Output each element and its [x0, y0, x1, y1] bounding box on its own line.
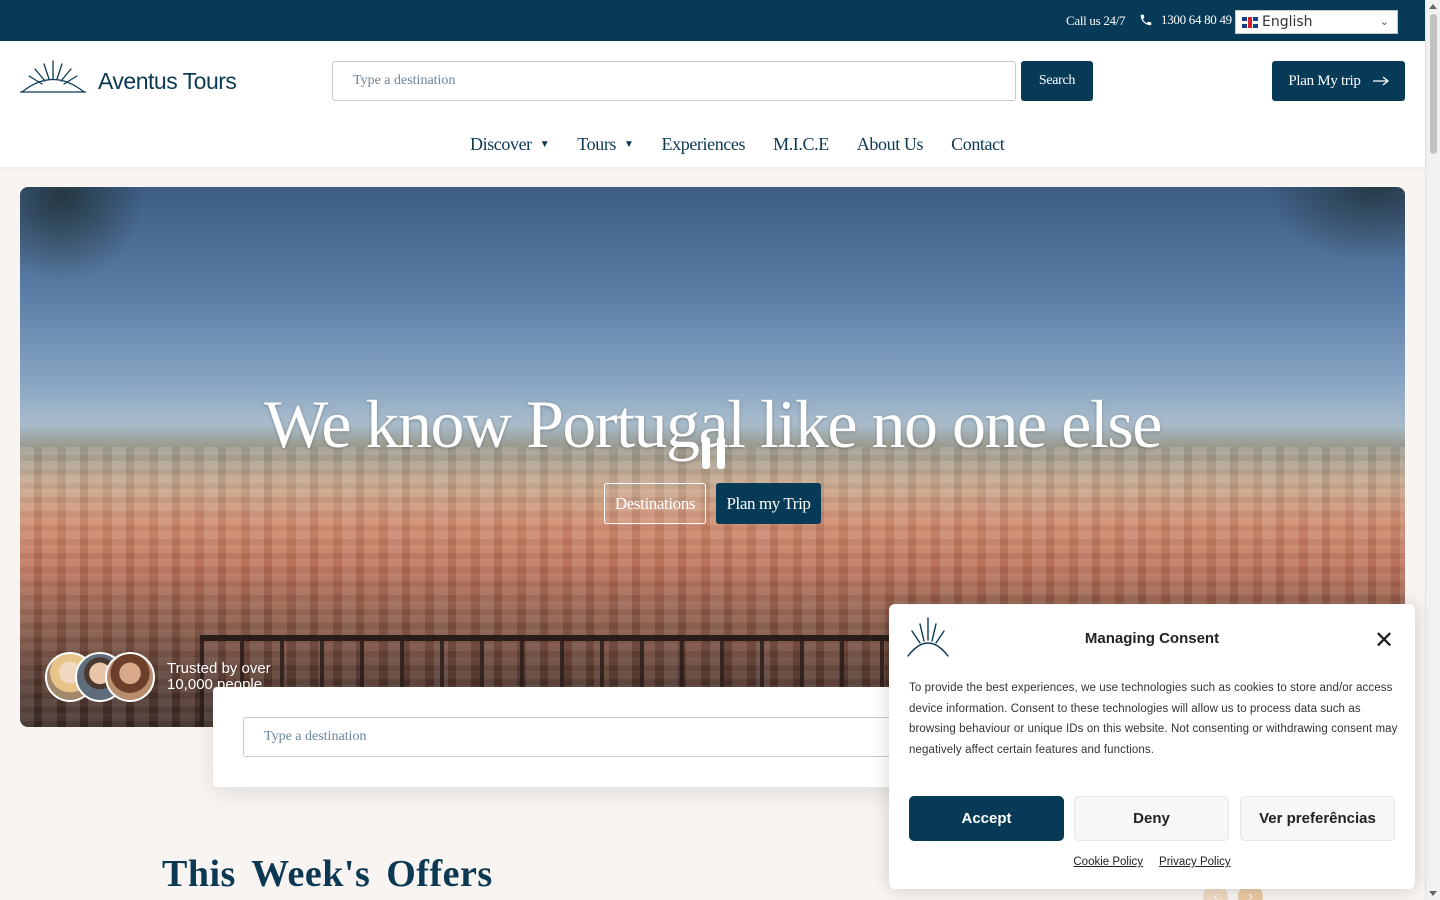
plan-my-trip-hero-button[interactable]: Plan my Trip: [716, 483, 821, 524]
header-search-input[interactable]: [332, 61, 1016, 101]
cookie-policy-link[interactable]: Cookie Policy: [1073, 856, 1143, 868]
nav-item-label: Experiences: [661, 133, 746, 154]
avatar: [105, 652, 155, 702]
call-us-label: Call us 24/7: [1066, 13, 1126, 28]
consent-title: Managing Consent: [1084, 630, 1220, 647]
nav-item-label: Contact: [951, 133, 1005, 154]
phone-icon: [1140, 14, 1152, 26]
nav-item-discover[interactable]: Discover ▼: [470, 133, 550, 155]
preferences-button[interactable]: Ver preferências: [1240, 796, 1395, 841]
header-search-button[interactable]: Search: [1021, 61, 1093, 101]
nav-item-label: Tours: [577, 133, 617, 154]
destination-search-input[interactable]: [243, 717, 943, 757]
privacy-policy-link[interactable]: Privacy Policy: [1159, 856, 1231, 868]
consent-links: Cookie Policy Privacy Policy: [889, 856, 1415, 868]
scrollbar-thumb[interactable]: [1430, 14, 1437, 154]
language-label: English: [1262, 14, 1313, 30]
destinations-button[interactable]: Destinations: [604, 483, 706, 524]
brand-logo[interactable]: Aventus Tours: [20, 59, 237, 95]
chevron-down-icon: ⌄: [1379, 15, 1389, 28]
nav-item-about-us[interactable]: About Us: [856, 133, 924, 155]
nav-item-label: Discover: [470, 133, 532, 154]
brand-name: Aventus Tours: [98, 68, 237, 94]
uk-flag-icon: [1242, 16, 1258, 28]
chevron-down-icon: ▼: [539, 138, 550, 150]
plan-my-trip-label: Plan My trip: [1288, 72, 1361, 89]
chevron-down-icon: ▼: [624, 138, 634, 150]
deny-button[interactable]: Deny: [1074, 796, 1229, 841]
scroll-up-arrow-icon[interactable]: [1429, 4, 1437, 9]
consent-description: To provide the best experiences, we use …: [909, 682, 1398, 757]
top-bar: Call us 24/7 1300 64 80 49 English ⌄: [0, 0, 1425, 41]
plan-my-trip-button[interactable]: Plan My trip: [1272, 61, 1405, 101]
sunrise-logo-icon: [20, 60, 86, 93]
arrow-right-icon: [1372, 76, 1389, 86]
nav-item-experiences[interactable]: Experiences: [662, 134, 746, 155]
pause-video-icon[interactable]: [702, 437, 726, 469]
nav-item-contact[interactable]: Contact: [951, 133, 1005, 155]
pine-branch-decoration: [20, 187, 160, 297]
language-select[interactable]: English ⌄: [1235, 10, 1398, 34]
phone-number: 1300 64 80 49: [1161, 12, 1232, 27]
nav-item-label: M.I.C.E: [773, 133, 829, 154]
cookie-consent-dialog: Managing Consent ✕ To provide the best e…: [889, 604, 1415, 889]
accept-button[interactable]: Accept: [909, 796, 1064, 841]
nav-item-tours[interactable]: Tours ▼: [577, 133, 634, 155]
nav-item-mice[interactable]: M.I.C.E: [773, 134, 829, 155]
nav-item-label: About Us: [856, 133, 924, 154]
scroll-down-arrow-icon[interactable]: [1429, 891, 1437, 896]
main-nav: Discover ▼ Tours ▼ Experiences M.I.C.E A…: [470, 133, 1032, 155]
pine-branch-decoration: [1245, 187, 1405, 277]
offers-section-title: This Week's Offers: [162, 853, 493, 895]
phone-link[interactable]: 1300 64 80 49: [1139, 12, 1232, 28]
site-header: Aventus Tours Search Plan My trip Discov…: [0, 41, 1425, 167]
close-icon[interactable]: ✕: [1374, 628, 1394, 652]
page-scrollbar[interactable]: [1425, 0, 1440, 900]
